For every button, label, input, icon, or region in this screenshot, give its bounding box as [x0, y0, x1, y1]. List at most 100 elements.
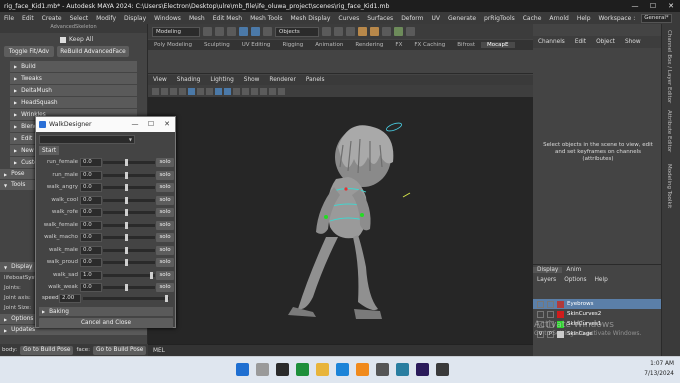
xray-icon[interactable]	[269, 87, 276, 95]
frame-headsquash[interactable]: HeadSquash	[10, 97, 137, 108]
blend-value-field[interactable]: 0.0	[80, 245, 102, 255]
keep-all-checkbox[interactable]: Keep All	[0, 33, 147, 43]
menu-uv[interactable]: UV	[428, 15, 445, 22]
tab-anim-layers[interactable]: Anim	[562, 267, 585, 273]
tab-channel-box-layer-editor[interactable]: Channel Box / Layer Editor	[666, 30, 672, 103]
vlc-icon[interactable]	[356, 363, 369, 376]
menu-mesh-display[interactable]: Mesh Display	[287, 15, 335, 22]
blend-value-field[interactable]: 0.0	[80, 170, 102, 180]
grid-icon[interactable]	[188, 87, 195, 95]
menu-set-dropdown[interactable]: Modeling	[152, 26, 200, 37]
snap-grid-icon[interactable]	[322, 27, 331, 36]
cancel-and-close-button[interactable]: Cancel and Close	[39, 318, 173, 328]
toggle-fit-adv-button[interactable]: Toggle Fit/Adv	[4, 46, 54, 57]
blend-value-field[interactable]: 0.0	[80, 158, 102, 167]
dialog-maximize-button[interactable]: ☐	[143, 117, 159, 132]
menu-file[interactable]: File	[0, 15, 18, 22]
arnold-icon[interactable]	[406, 27, 415, 36]
image-plane-icon[interactable]	[179, 87, 186, 95]
workspace-select[interactable]: General*	[641, 13, 672, 23]
select-hierarchy-icon[interactable]	[239, 27, 248, 36]
blend-slider-handle[interactable]	[124, 221, 128, 229]
frame-tweaks[interactable]: Tweaks	[10, 73, 137, 84]
body-build-pose-button[interactable]: Go to Build Pose	[20, 345, 74, 355]
frame-build[interactable]: Build	[10, 61, 137, 72]
taskbar-app-icon[interactable]	[436, 363, 449, 376]
blend-value-field[interactable]: 0.0	[80, 283, 102, 292]
solo-button[interactable]: solo	[156, 208, 174, 217]
channels-menu[interactable]: Channels	[533, 39, 570, 45]
layer-visibility-toggle[interactable]	[537, 310, 544, 318]
menu-deform[interactable]: Deform	[397, 15, 427, 22]
solo-button[interactable]: solo	[156, 183, 174, 192]
shelf-tab-uv-editing[interactable]: UV Editing	[236, 42, 277, 48]
blend-slider-handle[interactable]	[124, 246, 128, 254]
shelf-tab-fx-caching[interactable]: FX Caching	[408, 42, 451, 48]
layer-color-swatch[interactable]	[557, 300, 564, 308]
blend-slider-handle[interactable]	[124, 234, 128, 241]
shelf-tab-fx[interactable]: FX	[389, 42, 408, 48]
shadows-icon[interactable]	[251, 87, 258, 95]
viewport-menu-renderer[interactable]: Renderer	[264, 77, 300, 83]
solo-button[interactable]: solo	[156, 258, 174, 267]
start-icon[interactable]	[236, 363, 249, 376]
menu-edit-mesh[interactable]: Edit Mesh	[209, 15, 246, 22]
layers-menu[interactable]: Layers	[533, 277, 560, 283]
viewport-menu-view[interactable]: View	[148, 77, 172, 83]
ipr-render-icon[interactable]	[370, 27, 379, 36]
smooth-shade-icon[interactable]	[224, 87, 231, 95]
blend-slider[interactable]	[103, 171, 155, 179]
blend-value-field[interactable]: 0.0	[80, 195, 102, 205]
blend-slider[interactable]	[103, 271, 155, 279]
frame-deltamush[interactable]: DeltaMush	[10, 85, 137, 96]
wireframe-icon[interactable]	[215, 87, 222, 95]
menu-create[interactable]: Create	[38, 15, 66, 22]
walk-preset-dropdown[interactable]: ▼	[39, 135, 135, 144]
menu-select[interactable]: Select	[66, 15, 93, 22]
solo-button[interactable]: solo	[156, 158, 174, 167]
dialog-title-bar[interactable]: WalkDesigner — ☐ ✕	[36, 117, 175, 132]
solo-button[interactable]: solo	[156, 195, 174, 205]
menu-windows[interactable]: Windows	[150, 15, 185, 22]
blend-slider[interactable]	[103, 221, 155, 229]
blend-slider[interactable]	[103, 196, 155, 204]
shelf-tab-sculpting[interactable]: Sculpting	[198, 42, 236, 48]
blend-value-field[interactable]: 1.0	[80, 270, 102, 280]
menu-curves[interactable]: Curves	[334, 15, 363, 22]
tab-modeling-toolkit[interactable]: Modeling Toolkit	[666, 164, 672, 208]
layers-help-menu[interactable]: Help	[591, 277, 612, 283]
task-view-icon[interactable]	[276, 363, 289, 376]
render-settings-icon[interactable]	[382, 27, 391, 36]
shelf-tab-bifrost[interactable]: Bifrost	[451, 42, 481, 48]
command-line[interactable]: MEL	[148, 344, 533, 356]
blend-slider-handle[interactable]	[124, 209, 128, 216]
baking-section[interactable]: Baking	[39, 307, 173, 316]
solo-button[interactable]: solo	[156, 245, 174, 255]
menu-help[interactable]: Help	[573, 15, 595, 22]
object-menu[interactable]: Object	[591, 39, 620, 45]
speed-field[interactable]: 2.00	[59, 294, 81, 303]
app-icon[interactable]	[376, 363, 389, 376]
blend-slider-handle[interactable]	[124, 259, 128, 266]
menu-prrigtools[interactable]: prRigTools	[480, 15, 519, 22]
layer-playback-toggle[interactable]	[547, 310, 554, 318]
tab-display-layers[interactable]: Display	[533, 267, 563, 273]
blend-slider[interactable]	[103, 159, 155, 166]
blend-slider[interactable]	[103, 259, 155, 266]
save-scene-icon[interactable]	[227, 27, 236, 36]
blend-value-field[interactable]: 0.0	[80, 220, 102, 230]
layers-options-menu[interactable]: Options	[560, 277, 590, 283]
menu-cache[interactable]: Cache	[519, 15, 546, 22]
shelf-tab-mocape[interactable]: MocapE	[481, 42, 515, 48]
viewport-menu-lighting[interactable]: Lighting	[205, 77, 238, 83]
bookmark-icon[interactable]	[170, 87, 177, 95]
viewport-menu-show[interactable]: Show	[239, 77, 265, 83]
edge-icon[interactable]	[336, 363, 349, 376]
viewport-menu-shading[interactable]: Shading	[172, 77, 206, 83]
menu-edit[interactable]: Edit	[18, 15, 38, 22]
close-button[interactable]: ✕	[662, 0, 680, 12]
tab-attribute-editor[interactable]: Attribute Editor	[666, 110, 672, 152]
textured-icon[interactable]	[233, 87, 240, 95]
chrome-icon[interactable]	[296, 363, 309, 376]
dialog-minimize-button[interactable]: —	[127, 117, 143, 132]
